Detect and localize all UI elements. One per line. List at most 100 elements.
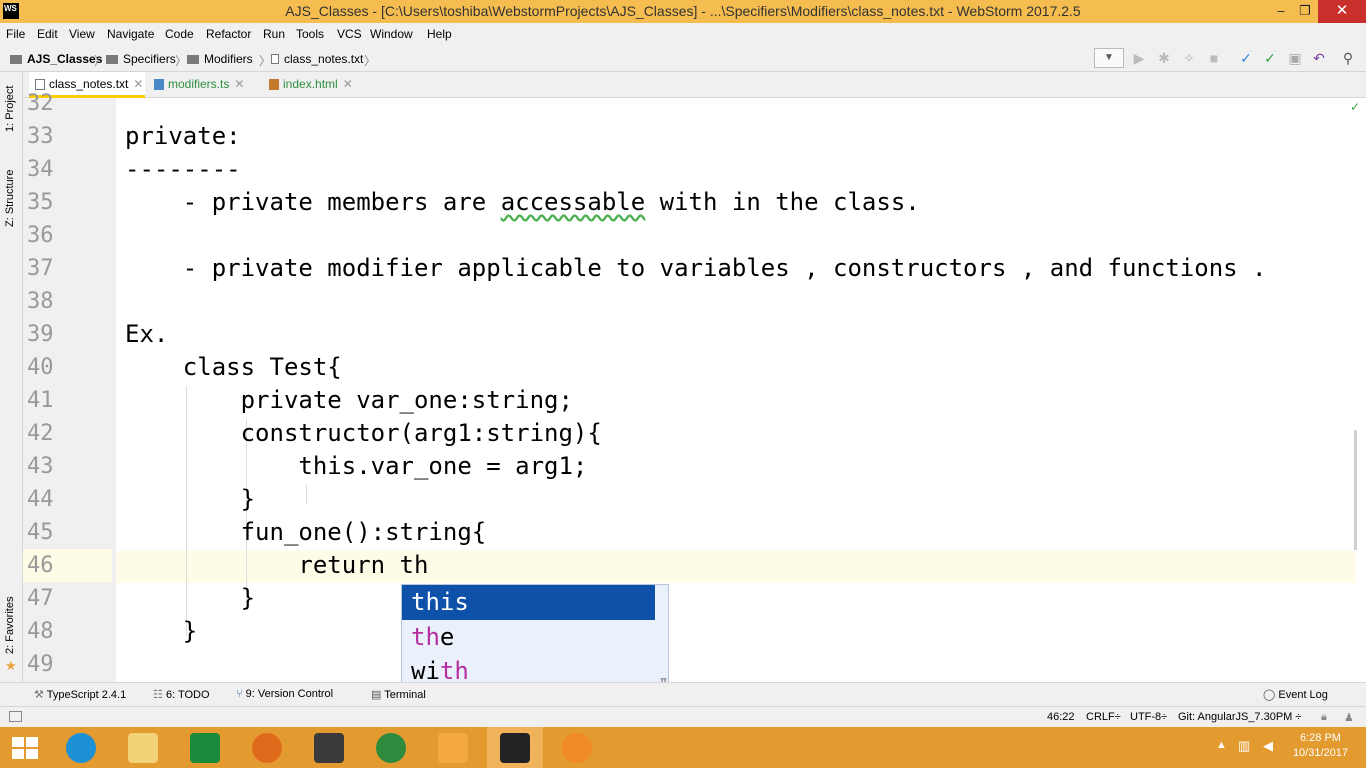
tool-version-control[interactable]: ⑂ 9: Version Control [236,688,333,700]
wrench-icon: ⚒ [34,689,44,701]
line-separator[interactable]: CRLF÷ [1086,711,1121,723]
current-line-number: 46 [23,549,112,582]
completion-item-this[interactable]: this [402,585,655,620]
line-number: 32 [27,91,54,116]
breadcrumb-modifiers[interactable]: Modifiers [187,52,253,66]
breadcrumb-file[interactable]: class_notes.txt [271,52,363,66]
completion-item-the[interactable]: the [402,620,655,655]
code-line: } [125,485,256,513]
breadcrumb-separator: 〉 [94,54,107,68]
tool-window-bar: ⚒ TypeScript 2.4.1 ☷ 6: TODO ⑂ 9: Versio… [0,682,1366,706]
close-tab-icon[interactable]: ✕ [133,77,143,91]
minimize-button[interactable]: ‒ [1268,0,1294,23]
menu-edit[interactable]: Edit [37,27,58,41]
title-bar: WS AJS_Classes - [C:\Users\toshiba\Webst… [0,0,1366,23]
tool-typescript[interactable]: ⚒ TypeScript 2.4.1 [34,688,126,701]
clock-date: 10/31/2017 [1292,747,1348,759]
line-number: 42 [27,421,54,446]
tab-index-html[interactable]: index.html ✕ [263,72,365,98]
spelling-error[interactable]: accessable [501,188,646,216]
run-config-dropdown[interactable]: ▼ [1094,48,1124,68]
vcs-commit-icon[interactable]: ✓ [1262,50,1278,66]
menu-vcs[interactable]: VCS [337,27,362,41]
breadcrumb-separator: 〉 [175,54,188,68]
folder-icon [187,55,199,64]
file-explorer-icon[interactable] [128,733,158,763]
terminal-icon: ▤ [371,689,382,701]
menu-navigate[interactable]: Navigate [107,27,154,41]
tool-event-log[interactable]: ◯ Event Log [1263,688,1328,701]
search-icon[interactable]: ⚲ [1340,50,1356,66]
line-number: 40 [27,355,54,380]
webstorm-taskbar-icon[interactable] [500,733,530,763]
taskbar-clock[interactable]: 6:28 PM 10/31/2017 [1293,731,1348,761]
breadcrumb-project[interactable]: AJS_Classes [10,52,102,66]
network-icon[interactable]: ▥ [1238,738,1250,754]
scrollbar-thumb[interactable] [1354,430,1357,550]
speech-bubble-icon: ◯ [1263,689,1276,701]
text-file-icon [271,54,279,64]
run-icon[interactable]: ▶ [1131,50,1147,66]
line-number: 33 [27,124,54,149]
store-icon[interactable] [190,733,220,763]
toggle-panels-icon[interactable] [9,711,22,722]
close-tab-icon[interactable]: ✕ [343,77,353,91]
media-player-icon[interactable] [438,733,468,763]
lock-icon[interactable]: 🔒︎ [1321,711,1327,724]
chrome-icon[interactable] [376,733,406,763]
volume-icon[interactable]: ◀ [1263,738,1273,754]
file-encoding[interactable]: UTF-8÷ [1130,711,1167,723]
code-line: private: [125,122,241,150]
breadcrumb-separator: 〉 [364,54,377,68]
tool-project[interactable]: 1: Project [4,86,16,132]
breadcrumb-specifiers[interactable]: Specifiers [106,52,176,66]
menu-view[interactable]: View [69,27,95,41]
cursor-position[interactable]: 46:22 [1047,711,1075,723]
close-tab-icon[interactable]: ✕ [234,77,244,91]
code-editor[interactable]: private: -------- - private members are … [116,98,1356,682]
windows-start-icon[interactable] [12,737,38,759]
tool-todo[interactable]: ☷ 6: TODO [153,688,210,701]
menu-window[interactable]: Window [370,27,413,41]
tool-structure[interactable]: Z: Structure [4,170,16,227]
menu-file[interactable]: File [6,27,25,41]
revert-icon[interactable]: ↶ [1311,50,1327,66]
breadcrumb-separator: 〉 [259,54,272,68]
line-number: 44 [27,487,54,512]
line-number: 36 [27,223,54,248]
vcs-update-icon[interactable]: ✓ [1238,50,1254,66]
line-number: 37 [27,256,54,281]
coverage-icon[interactable]: ✧ [1181,50,1197,66]
chevron-down-icon: ▼ [1104,52,1114,63]
internet-explorer-icon[interactable] [66,733,96,763]
inspector-icon[interactable]: ♟ [1344,711,1354,724]
clock-time: 6:28 PM [1299,732,1341,744]
firefox-icon[interactable] [252,733,282,763]
tool-favorites[interactable]: 2: Favorites [4,597,16,654]
tray-chevron-icon[interactable]: ▲ [1216,739,1227,751]
code-line: } [125,617,198,645]
git-branch[interactable]: Git: AngularJS_7.30PM ÷ [1178,711,1301,723]
vcs-history-icon[interactable]: ▣ [1287,50,1303,66]
star-icon: ★ [5,658,17,673]
inspection-ok-icon[interactable]: ✓ [1350,100,1360,114]
tool-terminal[interactable]: ▤ Terminal [371,688,426,701]
restore-button[interactable]: ❐ [1292,0,1318,23]
sublime-text-icon[interactable] [314,733,344,763]
code-line: class Test{ [125,353,342,381]
app-flower-icon[interactable] [562,733,592,763]
menu-run[interactable]: Run [263,27,285,41]
line-number: 49 [27,652,54,677]
line-number: 39 [27,322,54,347]
menu-tools[interactable]: Tools [296,27,324,41]
debug-icon[interactable]: ✱ [1156,50,1172,66]
menu-refactor[interactable]: Refactor [206,27,251,41]
menu-help[interactable]: Help [427,27,452,41]
menu-code[interactable]: Code [165,27,194,41]
folder-icon [106,55,118,64]
tab-modifiers[interactable]: modifiers.ts ✕ [148,72,258,98]
close-button[interactable]: ✕ [1318,0,1366,23]
line-number: 43 [27,454,54,479]
stop-icon[interactable]: ■ [1206,50,1222,66]
line-number: 48 [27,619,54,644]
